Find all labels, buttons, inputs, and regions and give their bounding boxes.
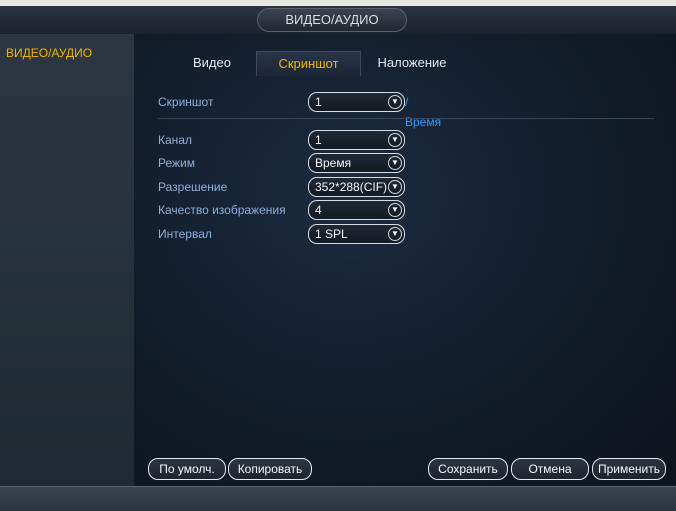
chevron-down-icon[interactable]: ▼ [388,180,402,194]
save-button[interactable]: Сохранить [428,458,508,480]
dvr-screen: ВИДЕО/АУДИО ВИДЕО/АУДИО Видео Скриншот Н… [0,6,676,511]
chevron-down-icon[interactable]: ▼ [388,133,402,147]
interval-label: Интервал [158,227,212,241]
interval-value: 1 SPL [315,227,348,241]
tab-video[interactable]: Видео [172,51,252,75]
mode-value: Время [315,156,352,170]
resolution-select[interactable]: 352*288(CIF) ▼ [308,177,405,197]
interval-select[interactable]: 1 SPL ▼ [308,224,405,244]
quality-label: Качество изображения [158,203,286,217]
sidebar-item-video-audio[interactable]: ВИДЕО/АУДИО [0,42,140,64]
copy-button[interactable]: Копировать [228,458,312,480]
tab-snapshot[interactable]: Скриншот [256,51,361,76]
channel-value: 1 [315,133,322,147]
chevron-down-icon[interactable]: ▼ [388,156,402,170]
settings-panel: Видео Скриншот Наложение Скриншот 1 ▼ /В… [134,34,676,486]
page-title: ВИДЕО/АУДИО [257,8,407,32]
resolution-label: Разрешение [158,180,228,194]
mode-label: Режим [158,156,195,170]
quality-select[interactable]: 4 ▼ [308,200,405,220]
snapshot-suffix: /Время [405,95,442,129]
resolution-value: 352*288(CIF) [315,180,388,194]
quality-value: 4 [315,203,322,217]
chevron-down-icon[interactable]: ▼ [388,227,402,241]
sidebar: ВИДЕО/АУДИО [0,34,135,511]
snapshot-label: Скриншот [158,95,214,109]
divider [158,118,654,119]
apply-button[interactable]: Применить [592,458,666,480]
channel-label: Канал [158,133,192,147]
chevron-down-icon[interactable]: ▼ [388,95,402,109]
tab-overlay[interactable]: Наложение [362,51,462,75]
mode-select[interactable]: Время ▼ [308,153,405,173]
bottom-bar [0,486,676,511]
default-button[interactable]: По умолч. [148,458,226,480]
chevron-down-icon[interactable]: ▼ [388,203,402,217]
top-bar: ВИДЕО/АУДИО [0,6,676,34]
snapshot-value: 1 [315,95,322,109]
snapshot-select[interactable]: 1 ▼ [308,92,405,112]
cancel-button[interactable]: Отмена [511,458,589,480]
channel-select[interactable]: 1 ▼ [308,130,405,150]
